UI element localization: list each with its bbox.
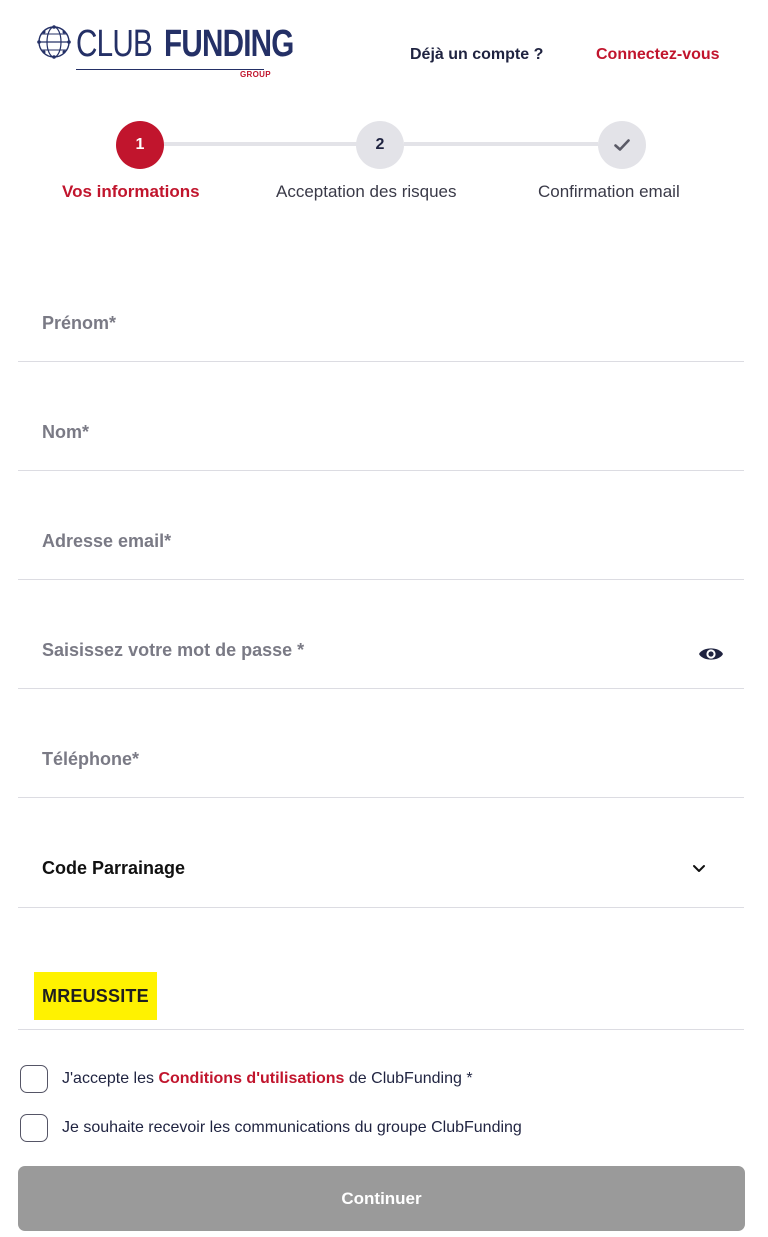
referral-code-value: MREUSSITE <box>34 972 157 1020</box>
logo-club-text: CLUB <box>76 23 153 65</box>
first-name-field[interactable]: Prénom* <box>18 253 744 362</box>
step-2-indicator: 2 <box>356 121 404 169</box>
last-name-field[interactable]: Nom* <box>18 362 744 471</box>
clubfunding-logo[interactable]: CLUB FUNDING GROUP <box>36 22 294 79</box>
phone-field[interactable]: Téléphone* <box>18 689 744 798</box>
first-name-placeholder: Prénom* <box>42 313 117 333</box>
referral-toggle[interactable]: Code Parrainage <box>18 798 744 908</box>
step-2-label: Acceptation des risques <box>276 182 457 201</box>
check-icon <box>614 139 630 151</box>
password-field[interactable]: Saisissez votre mot de passe * <box>18 580 744 689</box>
referral-code-field[interactable]: MREUSSITE <box>18 908 744 1030</box>
step-3-indicator <box>598 121 646 169</box>
email-field[interactable]: Adresse email* <box>18 471 744 580</box>
terms-link[interactable]: Conditions d'utilisations <box>158 1070 344 1087</box>
last-name-placeholder: Nom* <box>42 422 90 442</box>
registration-stepper: 1 2 Vos informations Acceptation des ris… <box>0 118 768 218</box>
eye-icon[interactable] <box>698 644 724 664</box>
phone-placeholder: Téléphone* <box>42 749 140 769</box>
terms-consent-text: J'accepte les Conditions d'utilisations … <box>62 1070 473 1088</box>
terms-checkbox[interactable] <box>20 1065 48 1093</box>
step-1-label: Vos informations <box>62 182 200 201</box>
communications-consent-row: Je souhaite recevoir les communications … <box>20 1114 748 1144</box>
step-connector-2 <box>404 142 598 146</box>
logo-funding-text: FUNDING <box>164 23 294 65</box>
logo-wordmark: CLUB FUNDING <box>76 22 294 66</box>
communications-consent-text: Je souhaite recevoir les communications … <box>62 1119 522 1136</box>
terms-suffix: de ClubFunding * <box>344 1070 473 1087</box>
terms-consent-row: J'accepte les Conditions d'utilisations … <box>20 1065 748 1095</box>
communications-checkbox[interactable] <box>20 1114 48 1142</box>
continue-button[interactable]: Continuer <box>18 1166 745 1231</box>
terms-prefix: J'accepte les <box>62 1070 159 1087</box>
step-3-label: Confirmation email <box>538 182 680 201</box>
globe-network-icon <box>37 25 71 59</box>
chevron-down-icon <box>693 865 705 872</box>
referral-label: Code Parrainage <box>42 858 186 878</box>
logo-group-text: GROUP <box>240 70 271 79</box>
email-placeholder: Adresse email* <box>42 531 172 551</box>
header: CLUB FUNDING GROUP Déjà un compte ? Conn… <box>0 0 768 90</box>
logo-underline <box>76 69 264 70</box>
step-1-indicator: 1 <box>116 121 164 169</box>
login-link[interactable]: Connectez-vous <box>596 46 720 64</box>
account-question: Déjà un compte ? <box>410 46 544 63</box>
password-placeholder: Saisissez votre mot de passe * <box>42 640 305 660</box>
step-connector-1 <box>164 142 358 146</box>
